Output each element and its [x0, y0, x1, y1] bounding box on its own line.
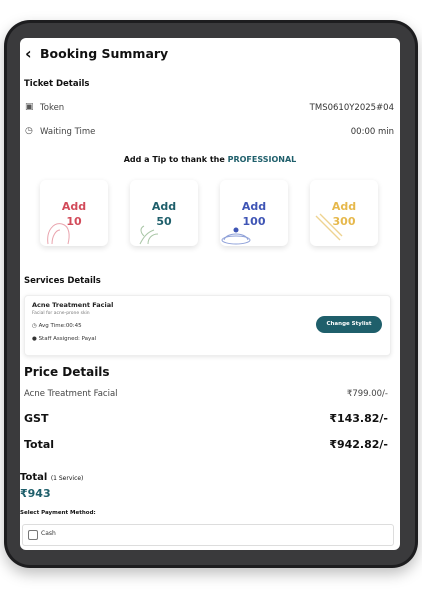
tip-prompt: Add a Tip to thank the PROFESSIONAL — [20, 155, 400, 164]
price-service-value: ₹799.00/- — [346, 389, 388, 399]
service-name: Acne Treatment Facial — [32, 301, 114, 309]
tip-option-amount: 100 — [242, 215, 266, 228]
price-total-label: Total — [24, 438, 55, 451]
avg-time-value: 00:45 — [65, 323, 82, 329]
clock-icon: ◷ — [25, 126, 33, 136]
tip-option-50[interactable]: Add 50 — [130, 180, 198, 246]
tip-option-10[interactable]: Add 10 — [40, 180, 108, 246]
tip-option-label: Add — [151, 200, 177, 213]
tip-option-100[interactable]: Add 100 — [220, 180, 288, 246]
waiting-time-label: Waiting Time — [40, 127, 96, 137]
page-title: Booking Summary — [40, 46, 169, 61]
clock-icon: ◷ — [32, 323, 37, 329]
summary-total-amount: ₹943 — [20, 487, 51, 500]
change-stylist-button[interactable]: Change Stylist — [316, 316, 382, 333]
ticket-icon: ▣ — [25, 102, 34, 112]
token-label: Token — [40, 103, 65, 113]
staff-row: ● Staff Assigned: Payal — [32, 336, 96, 342]
token-value: TMS0610Y2025#04 — [309, 103, 394, 113]
staff-label: Staff Assigned: — [38, 336, 80, 342]
payment-option-cash[interactable]: Cash — [22, 524, 394, 546]
summary-service-count: (1 Service) — [50, 475, 84, 482]
gst-label: GST — [24, 412, 49, 425]
service-card: Acne Treatment Facial Facial for acne-pr… — [24, 295, 391, 356]
summary-total-label: Total — [20, 472, 48, 483]
app-screen: ‹ Booking Summary Ticket Details ▣ Token… — [20, 38, 400, 550]
ticket-section-title: Ticket Details — [24, 79, 90, 89]
tip-option-label: Add — [331, 200, 357, 213]
tip-prompt-highlight: PROFESSIONAL — [227, 155, 297, 164]
chevron-left-icon[interactable]: ‹ — [25, 44, 32, 63]
cash-label: Cash — [41, 530, 56, 537]
gst-value: ₹143.82/- — [329, 412, 388, 425]
payment-method-label: Select Payment Method: — [20, 510, 96, 516]
avg-time-label: Avg Time: — [38, 323, 66, 329]
service-subtitle: Facial for acne-prone skin — [32, 311, 90, 316]
avg-time-row: ◷ Avg Time:00:45 — [32, 323, 82, 329]
services-section-title: Services Details — [24, 276, 101, 286]
tip-prompt-text: Add a Tip to thank the — [123, 155, 225, 164]
tip-option-label: Add — [241, 200, 267, 213]
price-service-label: Acne Treatment Facial — [24, 389, 118, 399]
tip-option-300[interactable]: Add 300 — [310, 180, 378, 246]
summary-total: Total (1 Service) — [20, 472, 83, 483]
price-section-title: Price Details — [24, 365, 110, 379]
cash-checkbox[interactable] — [28, 530, 38, 540]
header-bar: ‹ Booking Summary — [20, 38, 400, 70]
tip-option-amount: 300 — [332, 215, 356, 228]
price-total-value: ₹942.82/- — [329, 438, 388, 451]
tip-option-label: Add — [61, 200, 87, 213]
staff-value: Payal — [81, 336, 97, 342]
tip-option-amount: 10 — [66, 215, 82, 228]
tip-option-amount: 50 — [156, 215, 172, 228]
waiting-time-value: 00:00 min — [350, 127, 394, 137]
person-icon: ● — [32, 336, 37, 342]
